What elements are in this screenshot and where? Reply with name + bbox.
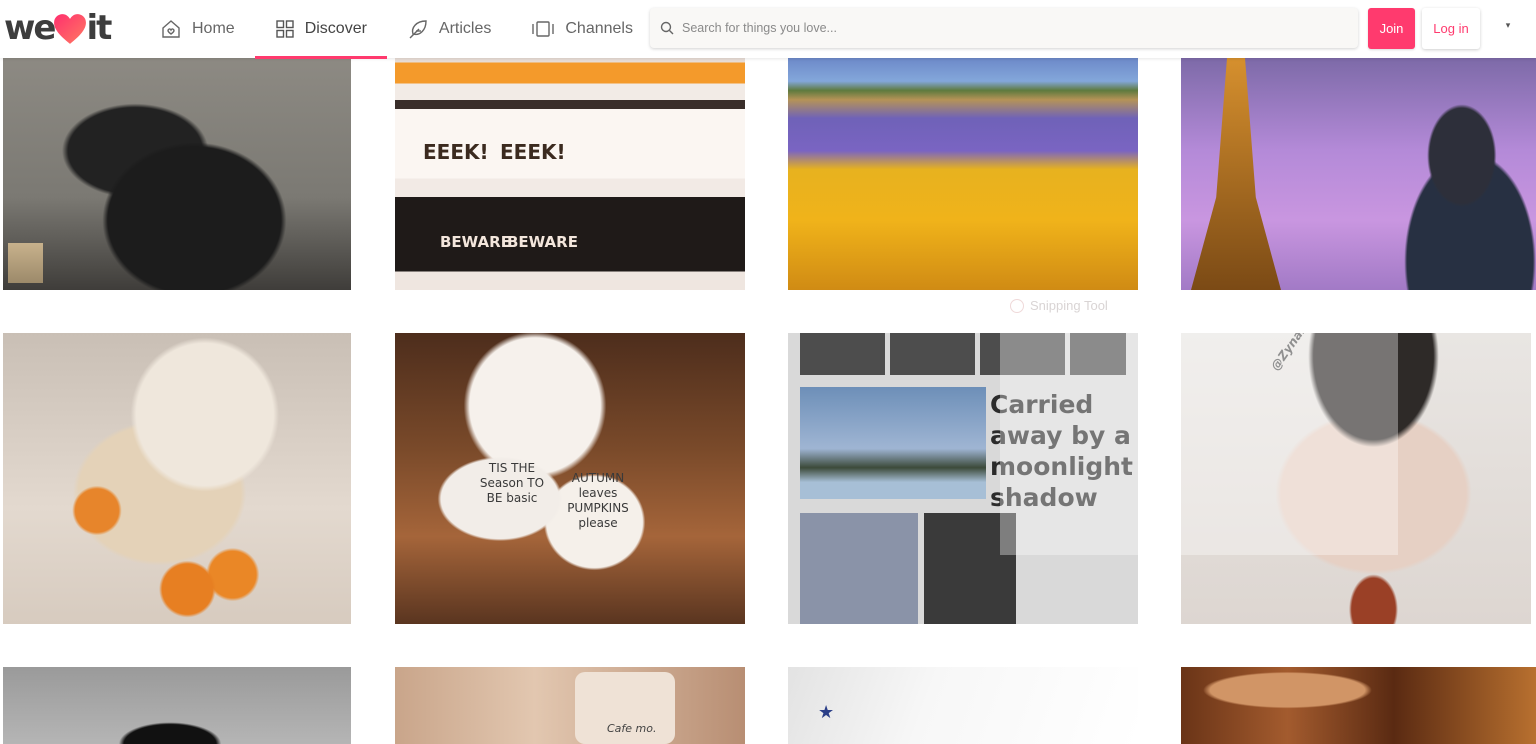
snipping-tool-title: Snipping Tool (1030, 298, 1108, 313)
search-bar (650, 8, 1358, 48)
heart-icon (54, 14, 87, 44)
nav-articles[interactable]: Articles (387, 0, 511, 58)
snipping-tool-icon (1010, 298, 1024, 313)
pumpkin-text: BEWARE (440, 233, 511, 251)
tile-beige-items[interactable]: Cafe mo. (395, 667, 745, 744)
mug-text: TIS THE Season TO BE basic (479, 461, 545, 505)
join-button[interactable]: Join (1368, 8, 1415, 49)
pumpkin-text: EEEK! (423, 140, 489, 164)
nav-home[interactable]: Home (140, 0, 255, 58)
search-icon (660, 21, 674, 35)
nav-channels[interactable]: Channels (511, 0, 653, 58)
feather-icon (409, 20, 427, 39)
item-text: Cafe mo. (607, 722, 657, 735)
tile-black-coat[interactable] (3, 58, 351, 290)
home-icon (162, 20, 180, 38)
tile-sunflower-field[interactable] (788, 58, 1138, 290)
menu-dropdown-toggle[interactable]: ▾ (1500, 20, 1516, 36)
tile-cozy-gifts[interactable] (3, 333, 351, 624)
main-nav: Home Discover Articles Channels (140, 0, 653, 59)
search-input[interactable] (682, 21, 1322, 35)
tile-autumn-mugs[interactable]: TIS THE Season TO BE basic AUTUMN leaves… (395, 333, 745, 624)
snipping-tool-overlay: Snipping Tool (1000, 290, 1398, 555)
login-button[interactable]: Log in (1422, 8, 1480, 49)
nav-discover[interactable]: Discover (254, 0, 388, 59)
tile-coffee-mug[interactable] (1181, 667, 1536, 744)
grid-icon (275, 20, 294, 38)
mug-text: AUTUMN leaves PUMPKINS please (567, 471, 629, 530)
weheartit-logo[interactable]: we it (4, 8, 112, 48)
pumpkin-text: BEWARE (507, 233, 578, 251)
pumpkin-text: EEEK! (500, 140, 566, 164)
caret-down-icon: ▾ (1505, 20, 1511, 30)
top-header: we it Home Discover Articles Channels Jo… (0, 0, 1536, 59)
tile-halloween-pumpkins[interactable]: EEEK! EEEK! BEWARE BEWARE (395, 58, 745, 290)
tile-eiffel-tower[interactable] (1181, 58, 1536, 290)
tile-white-phone-case[interactable]: ★ (788, 667, 1138, 744)
tile-grey-water[interactable] (3, 667, 351, 744)
channels-icon (532, 21, 555, 37)
